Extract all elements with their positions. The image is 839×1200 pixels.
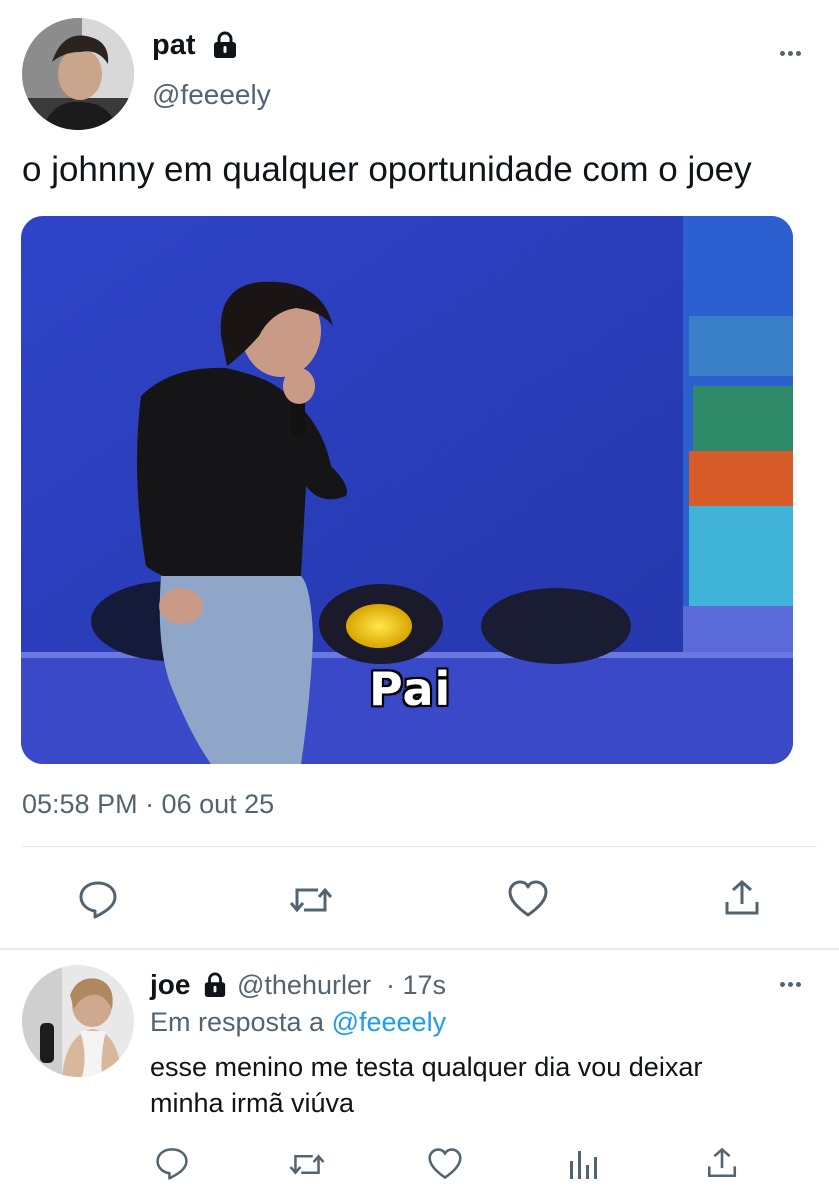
tweet-text: o johnny em qualquer oportunidade com o …: [22, 150, 752, 189]
like-icon[interactable]: [507, 879, 549, 919]
media-caption: Pai: [369, 662, 452, 716]
share-icon[interactable]: [705, 1146, 739, 1180]
analytics-icon[interactable]: [568, 1147, 600, 1181]
in-reply-handle-link[interactable]: @feeeely: [332, 1007, 446, 1037]
author-avatar[interactable]: [22, 18, 134, 130]
reply-icon[interactable]: [155, 1146, 189, 1180]
reply-author-handle[interactable]: @thehurler: [237, 969, 371, 1001]
lock-icon: [212, 31, 238, 59]
divider: [0, 948, 839, 950]
reply-time: · 17s: [386, 970, 447, 1000]
reply-text-line2: minha irmã viúva: [150, 1088, 355, 1118]
more-options-icon[interactable]: [780, 51, 801, 56]
more-options-icon[interactable]: [780, 982, 801, 987]
reply-text-line1: esse menino me testa qualquer dia vou de…: [150, 1052, 703, 1082]
tweet-timestamp[interactable]: 05:58 PM · 06 out 25: [22, 788, 274, 820]
reply-author-avatar[interactable]: [22, 965, 134, 1077]
retweet-icon[interactable]: [288, 1148, 326, 1181]
reply-icon[interactable]: [78, 879, 118, 919]
author-handle[interactable]: @feeeely: [152, 78, 271, 112]
author-name[interactable]: pat: [152, 28, 196, 62]
lock-icon: [203, 972, 227, 998]
in-reply-prefix: Em resposta a: [150, 1007, 325, 1037]
like-icon[interactable]: [427, 1147, 463, 1181]
in-reply-to: Em resposta a @feeeely: [150, 1006, 446, 1038]
divider: [22, 846, 817, 847]
reply-author-name[interactable]: joe: [150, 969, 190, 1001]
share-icon[interactable]: [722, 878, 762, 918]
tweet-media[interactable]: Pai: [21, 216, 793, 764]
retweet-icon[interactable]: [288, 880, 334, 920]
